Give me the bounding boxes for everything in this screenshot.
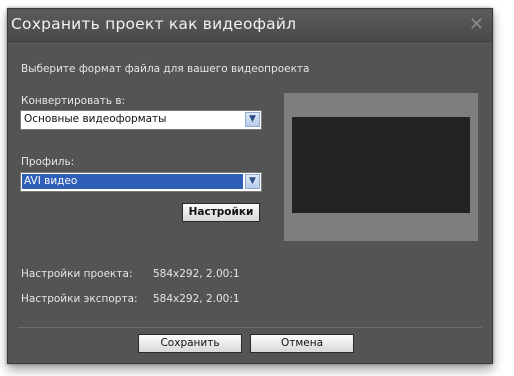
video-preview bbox=[292, 117, 470, 213]
profile-select[interactable]: AVI видео ▼ bbox=[20, 172, 262, 192]
video-preview-frame bbox=[284, 93, 478, 241]
intro-text: Выберите формат файла для вашего видеопр… bbox=[21, 63, 310, 75]
export-settings-label: Настройки экспорта: bbox=[21, 293, 138, 305]
project-settings-label: Настройки проекта: bbox=[21, 268, 133, 280]
convert-format-select[interactable]: Основные видеоформаты ▼ bbox=[20, 110, 262, 130]
cancel-button[interactable]: Отмена bbox=[250, 334, 354, 353]
save-as-video-dialog: Сохранить проект как видеофайл ✕ Выберит… bbox=[7, 8, 493, 364]
close-icon[interactable]: ✕ bbox=[469, 14, 484, 35]
export-settings-value: 584x292, 2.00:1 bbox=[153, 293, 240, 305]
profile-label: Профиль: bbox=[21, 156, 75, 168]
convert-format-value: Основные видеоформаты bbox=[24, 113, 167, 125]
chevron-down-icon[interactable]: ▼ bbox=[245, 174, 260, 189]
profile-value: AVI видео bbox=[22, 174, 243, 189]
settings-button[interactable]: Настройки bbox=[182, 203, 260, 222]
chevron-down-icon[interactable]: ▼ bbox=[245, 112, 260, 127]
divider bbox=[18, 327, 482, 328]
dialog-title: Сохранить проект как видеофайл bbox=[11, 15, 297, 33]
title-bar: Сохранить проект как видеофайл ✕ bbox=[8, 9, 492, 42]
save-button[interactable]: Сохранить bbox=[138, 334, 242, 353]
project-settings-value: 584x292, 2.00:1 bbox=[153, 268, 240, 280]
convert-label: Конвертировать в: bbox=[21, 95, 126, 107]
